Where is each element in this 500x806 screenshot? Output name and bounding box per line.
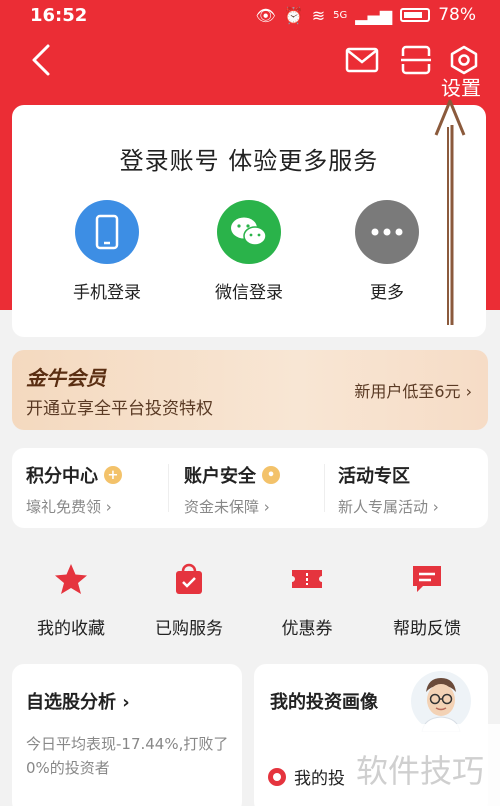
battery-percent: 78% (438, 5, 476, 25)
alarm-icon: ⏰ (283, 5, 304, 25)
divider (168, 464, 169, 512)
phone-login-button[interactable]: 手机登录 (52, 200, 162, 303)
account-security-sub: 资金未保障 › (184, 498, 270, 516)
message-icon (413, 566, 441, 592)
coin-icon: • (262, 466, 280, 484)
points-center-sub: 壕礼免费领 › (26, 498, 112, 516)
feature-cells: 积分中心 + 壕礼免费领 › 账户安全 • 资金未保障 › 活动专区 新人专属活动 … (12, 448, 488, 528)
activity-zone-title: 活动专区 (338, 466, 410, 487)
coupon-icon (292, 570, 322, 588)
mail-icon[interactable] (344, 44, 380, 76)
favorites-label: 我的收藏 (37, 619, 105, 639)
help-feedback-label: 帮助反馈 (393, 619, 461, 639)
divider (324, 464, 325, 512)
member-cta[interactable]: 新用户低至6元 › (354, 378, 472, 402)
avatar (411, 671, 471, 732)
wechat-login-label: 微信登录 (215, 283, 283, 303)
login-title: 登录账号 体验更多服务 (119, 147, 379, 175)
settings-label: 设置 (441, 76, 481, 100)
watermark: 软件技巧 (352, 724, 500, 806)
wechat-login-button[interactable]: 微信登录 (194, 200, 304, 303)
more-dots-icon (371, 228, 403, 236)
favorites-button[interactable]: 我的收藏 (16, 562, 126, 639)
eye-icon: 👁 (255, 5, 276, 25)
login-card: 登录账号 体验更多服务 手机登录 微信登录 更多 (12, 105, 486, 337)
stock-analysis-card[interactable]: 自选股分析 › 今日平均表现-17.44%,打败了0%的投资者 (12, 664, 242, 806)
stock-analysis-title: 自选股分析 › (26, 692, 130, 713)
battery-icon (400, 8, 431, 22)
investment-profile-row: 我的投 (294, 769, 345, 789)
record-icon (268, 767, 286, 786)
scan-icon[interactable] (398, 44, 434, 76)
activity-zone-sub: 新人专属活动 › (338, 498, 439, 516)
star-icon (55, 564, 87, 594)
account-security-title: 账户安全 (184, 466, 256, 487)
purchased-services-label: 已购服务 (155, 619, 223, 639)
status-time: 16:52 (30, 5, 88, 26)
coin-icon: + (104, 466, 122, 484)
help-feedback-button[interactable]: 帮助反馈 (372, 562, 482, 639)
network-label: 5G (333, 9, 348, 21)
investment-profile-title: 我的投资画像 (270, 692, 378, 713)
account-security-cell[interactable]: 账户安全 • 资金未保障 › (184, 462, 334, 517)
more-login-button[interactable]: 更多 (332, 200, 442, 303)
purchased-services-button[interactable]: 已购服务 (134, 562, 244, 639)
phone-icon (95, 214, 119, 250)
wechat-icon (231, 217, 267, 246)
member-title: 金牛会员 (26, 366, 106, 390)
shopping-bag-icon (176, 563, 202, 594)
activity-zone-cell[interactable]: 活动专区 新人专属活动 › (338, 462, 488, 517)
coupons-label: 优惠券 (281, 619, 333, 639)
signal-icon: ▂▄▆ (355, 5, 393, 25)
points-center-cell[interactable]: 积分中心 + 壕礼免费领 › (26, 462, 176, 517)
coupons-button[interactable]: 优惠券 (252, 562, 362, 639)
member-subtitle: 开通立享全平台投资特权 (26, 399, 213, 419)
back-arrow-icon[interactable] (26, 42, 54, 78)
phone-login-label: 手机登录 (73, 283, 141, 303)
status-bar: 16:52 👁 ⏰ ≋ 5G ▂▄▆ 78% (0, 0, 500, 30)
wifi-icon: ≋ (311, 5, 326, 25)
more-login-label: 更多 (370, 283, 404, 303)
points-center-title: 积分中心 (26, 466, 98, 487)
member-banner[interactable]: 金牛会员 开通立享全平台投资特权 新用户低至6元 › (12, 350, 488, 430)
stock-analysis-desc: 今日平均表现-17.44%,打败了0%的投资者 (26, 735, 229, 777)
